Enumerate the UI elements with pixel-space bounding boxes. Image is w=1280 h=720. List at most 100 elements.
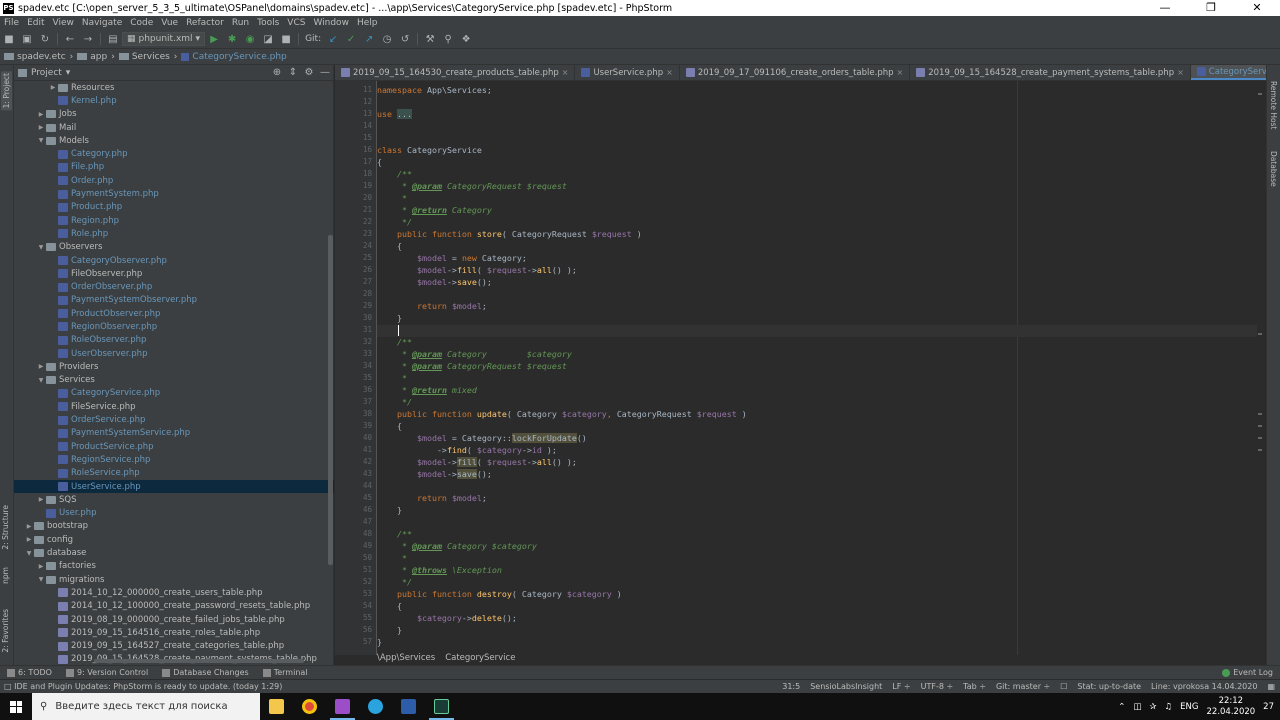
rollback-icon[interactable]: ↺ xyxy=(396,31,414,47)
menu-refactor[interactable]: Refactor xyxy=(182,18,228,28)
plugin-status[interactable]: SensioLabsInsight xyxy=(805,682,887,691)
menu-edit[interactable]: Edit xyxy=(23,18,48,28)
file-encoding[interactable]: UTF-8 ÷ xyxy=(916,682,959,691)
network-icon[interactable]: ◫ xyxy=(1133,702,1141,712)
editor-tab[interactable]: UserService.php × xyxy=(575,65,680,80)
indent-setting[interactable]: Tab ÷ xyxy=(958,682,991,691)
tree-folder[interactable]: ▼ Models xyxy=(14,134,334,147)
line-number-gutter[interactable]: 11 12 13 14 15 16 17 18 19 20 21 22 23 24 25 26 27 28 29 30… xyxy=(335,81,377,655)
code-line[interactable]: * @param CategoryRequest $request xyxy=(377,361,1257,373)
expand-arrow-right-icon[interactable]: ▶ xyxy=(36,496,46,503)
code-line[interactable]: $model = Category::lockForUpdate() xyxy=(377,433,1257,445)
taskbar-phpstorm[interactable] xyxy=(326,693,359,720)
code-line[interactable]: ->find( $category->id ); xyxy=(377,445,1257,457)
tree-folder[interactable]: ▶ Jobs xyxy=(14,108,334,121)
tree-folder[interactable]: ▼ Observers xyxy=(14,241,334,254)
tree-file[interactable]: UserObserver.php xyxy=(14,347,334,360)
tree-file[interactable]: CategoryService.php xyxy=(14,387,334,400)
save-all-icon[interactable]: ▣ xyxy=(18,31,36,47)
code-line[interactable]: public function update( Category $catego… xyxy=(377,409,1257,421)
error-stripe-marker[interactable] xyxy=(1258,425,1262,427)
tree-file[interactable]: 2014_10_12_100000_create_password_resets… xyxy=(14,600,334,613)
taskbar-telegram[interactable] xyxy=(359,693,392,720)
breadcrumb-services[interactable]: Services xyxy=(115,52,174,62)
database-tool-tab[interactable]: Database xyxy=(1269,151,1278,187)
error-stripe-marker[interactable] xyxy=(1258,437,1262,439)
tree-file[interactable]: Kernel.php xyxy=(14,94,334,107)
taskbar-powershell[interactable] xyxy=(392,693,425,720)
code-line[interactable]: * @return Category xyxy=(377,205,1257,217)
code-line[interactable]: { xyxy=(377,157,1257,169)
breadcrumb-project[interactable]: spadev.etc xyxy=(0,52,70,62)
search-icon[interactable]: ⚲ xyxy=(439,31,457,47)
code-line[interactable]: $category->delete(); xyxy=(377,613,1257,625)
tree-folder[interactable]: ▶ SQS xyxy=(14,493,334,506)
menu-window[interactable]: Window xyxy=(309,18,353,28)
tree-folder[interactable]: ▼ Services xyxy=(14,374,334,387)
tree-file[interactable]: CategoryObserver.php xyxy=(14,254,334,267)
close-tab-icon[interactable]: × xyxy=(1177,68,1184,77)
expand-arrow-right-icon[interactable]: ▶ xyxy=(36,124,46,131)
breadcrumb-file[interactable]: CategoryService.php xyxy=(177,52,290,62)
settings-wrench-icon[interactable]: ⚒ xyxy=(421,31,439,47)
npm-tool-tab[interactable]: npm xyxy=(1,567,10,584)
tree-folder[interactable]: ▶ bootstrap xyxy=(14,520,334,533)
locate-target-icon[interactable]: ⊕ xyxy=(269,67,285,78)
tree-file[interactable]: FileObserver.php xyxy=(14,267,334,280)
coverage-icon[interactable]: ◉ xyxy=(241,31,259,47)
run-configuration-select[interactable]: ▦ phpunit.xml ▾ xyxy=(122,32,206,46)
code-line[interactable]: $model->fill( $request->all() ); xyxy=(377,265,1257,277)
code-line[interactable]: } xyxy=(377,505,1257,517)
tree-file[interactable]: OrderObserver.php xyxy=(14,280,334,293)
code-line[interactable]: * @return mixed xyxy=(377,385,1257,397)
profile-icon[interactable]: ◪ xyxy=(259,31,277,47)
structure-tool-tab[interactable]: 2: Structure xyxy=(1,505,10,550)
debug-icon[interactable]: ✱ xyxy=(223,31,241,47)
tree-file[interactable]: Category.php xyxy=(14,147,334,160)
tree-horizontal-scrollbar[interactable] xyxy=(94,659,304,663)
close-tab-icon[interactable]: × xyxy=(666,68,673,77)
code-line[interactable]: * @param Category $category xyxy=(377,349,1257,361)
taskbar-clock[interactable]: 22:12 22.04.2020 xyxy=(1207,696,1256,718)
expand-arrow-down-icon[interactable]: ▼ xyxy=(36,576,46,583)
hide-panel-icon[interactable]: — xyxy=(317,67,333,78)
menu-code[interactable]: Code xyxy=(126,18,157,28)
tree-folder[interactable]: ▼ database xyxy=(14,546,334,559)
caret-position[interactable]: 31:5 xyxy=(777,682,805,691)
code-line[interactable]: /** xyxy=(377,169,1257,181)
open-folder-icon[interactable]: ■ xyxy=(0,31,18,47)
menu-navigate[interactable]: Navigate xyxy=(78,18,126,28)
error-stripe-marker[interactable] xyxy=(1258,93,1262,95)
code-line[interactable]: * @throws \Exception xyxy=(377,565,1257,577)
close-tab-icon[interactable]: × xyxy=(897,68,904,77)
todo-tab[interactable]: 6: TODO xyxy=(0,668,59,677)
memory-indicator-icon[interactable]: ▦ xyxy=(1262,682,1280,691)
breadcrumb-app[interactable]: app xyxy=(73,52,111,62)
error-stripe-marker[interactable] xyxy=(1258,413,1262,415)
error-stripe-marker[interactable] xyxy=(1258,449,1262,451)
code-line[interactable]: } xyxy=(377,313,1257,325)
code-line[interactable]: $model->save(); xyxy=(377,469,1257,481)
code-line[interactable]: { xyxy=(377,601,1257,613)
expand-arrow-right-icon[interactable]: ▶ xyxy=(36,111,46,118)
code-line[interactable]: * @param CategoryRequest $request xyxy=(377,181,1257,193)
editor-tab[interactable]: 2019_09_17_091106_create_orders_table.ph… xyxy=(680,65,911,80)
wifi-icon[interactable]: ✰ xyxy=(1149,702,1156,712)
tree-file[interactable]: Order.php xyxy=(14,174,334,187)
taskbar-search[interactable]: ⚲ Введите здесь текст для поиска xyxy=(32,693,260,720)
code-line[interactable] xyxy=(377,517,1257,529)
code-line[interactable]: { xyxy=(377,421,1257,433)
code-line[interactable]: return $model; xyxy=(377,493,1257,505)
code-line[interactable]: return $model; xyxy=(377,301,1257,313)
git-branch[interactable]: Git: master ÷ xyxy=(991,682,1055,691)
code-line[interactable]: namespace App\Services; xyxy=(377,85,1257,97)
database-changes-tab[interactable]: Database Changes xyxy=(155,668,256,677)
git-push-icon[interactable]: ↗ xyxy=(360,31,378,47)
expand-arrow-down-icon[interactable]: ▼ xyxy=(24,550,34,557)
expand-arrow-right-icon[interactable]: ▶ xyxy=(48,84,58,91)
history-icon[interactable]: ◷ xyxy=(378,31,396,47)
volume-icon[interactable]: ♫ xyxy=(1165,702,1173,712)
close-tab-icon[interactable]: × xyxy=(562,68,569,77)
start-button[interactable] xyxy=(0,693,32,720)
code-line[interactable] xyxy=(377,133,1257,145)
